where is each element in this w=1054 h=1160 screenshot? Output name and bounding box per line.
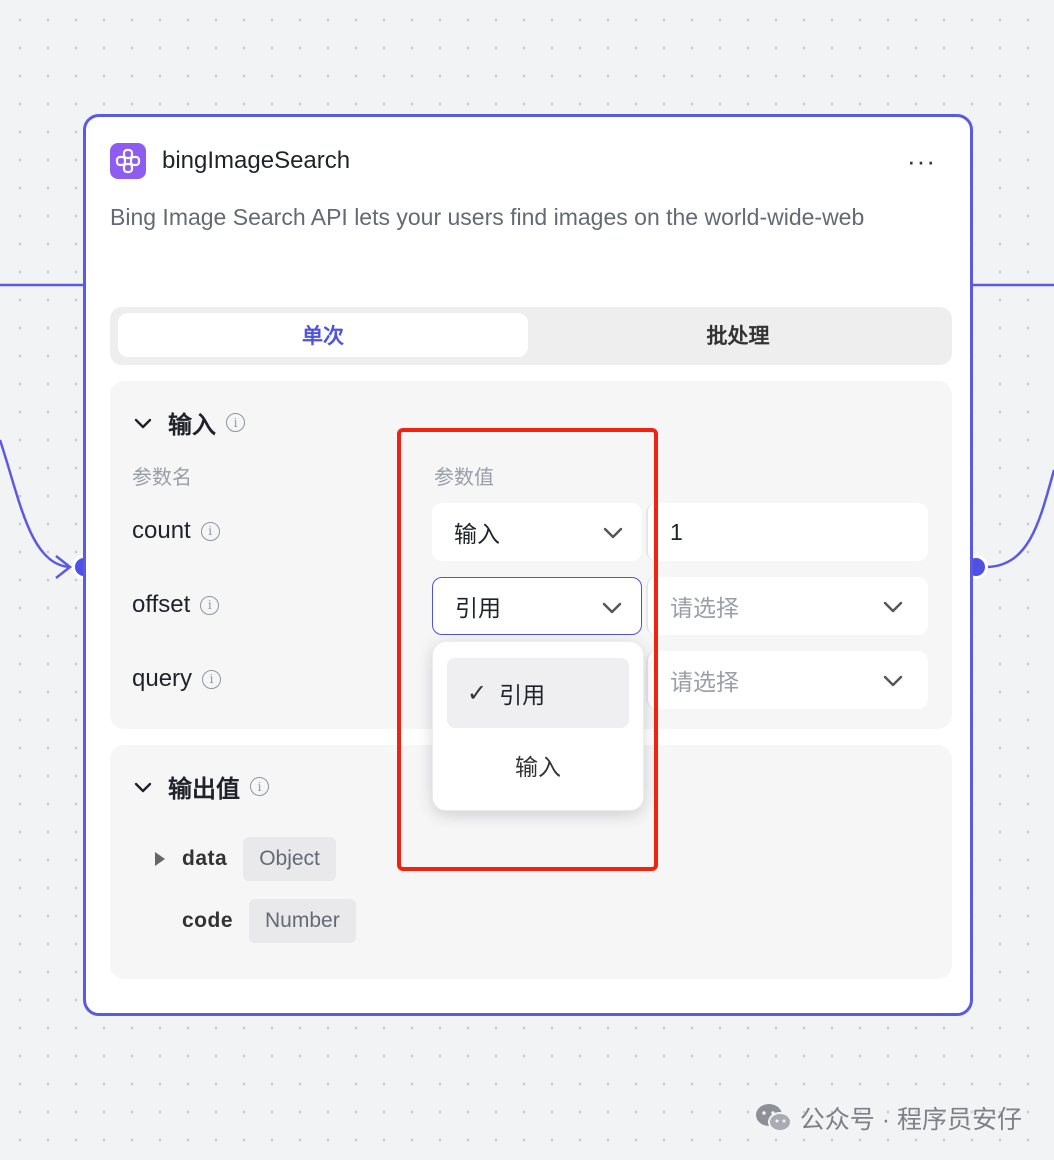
output-field-data: data Object	[152, 837, 336, 881]
chevron-down-icon	[883, 675, 903, 687]
info-icon[interactable]: i	[200, 595, 220, 615]
param-name-column-label: 参数名	[132, 467, 192, 489]
check-icon: ✓	[467, 679, 488, 707]
tab-single[interactable]: 单次	[118, 313, 528, 357]
output-section-title: 输出值	[168, 776, 240, 803]
info-icon[interactable]: i	[226, 413, 245, 432]
count-type-select[interactable]: 输入	[432, 503, 642, 561]
output-section-header[interactable]: 输出值 i	[132, 769, 269, 804]
plugin-node-card[interactable]: bingImageSearch ··· Bing Image Search AP…	[83, 114, 973, 1016]
info-icon[interactable]: i	[202, 669, 222, 689]
type-tag: Object	[243, 837, 336, 881]
plugin-icon	[110, 143, 146, 179]
dropdown-option-reference[interactable]: ✓ 引用	[447, 658, 629, 728]
outgoing-edge	[987, 469, 1054, 569]
more-options-icon[interactable]: ···	[907, 141, 936, 181]
tab-batch[interactable]: 批处理	[530, 313, 946, 357]
type-tag: Number	[249, 899, 356, 943]
wechat-icon	[755, 1104, 792, 1132]
query-value-select[interactable]: 请选择	[646, 651, 928, 709]
offset-type-select[interactable]: 引用	[432, 577, 642, 635]
node-title: bingImageSearch	[162, 147, 351, 174]
chevron-down-icon	[602, 602, 622, 614]
input-section-title: 输入	[168, 412, 216, 439]
info-icon[interactable]: i	[250, 777, 269, 796]
info-icon[interactable]: i	[200, 521, 220, 541]
dropdown-option-input[interactable]: 输入	[447, 730, 629, 800]
param-value-column-label: 参数值	[434, 467, 494, 489]
chevron-down-icon[interactable]	[132, 776, 154, 798]
watermark: 公众号 · 程序员安仔	[754, 1100, 1022, 1136]
output-field-code: code Number	[182, 899, 356, 943]
run-mode-tabs: 单次 批处理	[110, 307, 952, 365]
chevron-down-icon[interactable]	[132, 412, 154, 434]
param-name-offset: offset i	[132, 591, 220, 619]
expand-triangle-icon[interactable]	[152, 850, 168, 868]
offset-value-select[interactable]: 请选择	[646, 577, 928, 635]
input-section-header[interactable]: 输入 i	[132, 405, 245, 440]
chevron-down-icon	[603, 527, 623, 539]
incoming-edge	[0, 439, 71, 569]
node-header: bingImageSearch ···	[110, 141, 946, 181]
param-name-query: query i	[132, 665, 222, 693]
param-name-count: count i	[132, 517, 220, 545]
type-dropdown-menu: ✓ 引用 输入	[432, 641, 644, 811]
node-description: Bing Image Search API lets your users fi…	[110, 204, 865, 230]
chevron-down-icon	[883, 601, 903, 613]
count-value-input[interactable]: 1	[646, 503, 928, 561]
